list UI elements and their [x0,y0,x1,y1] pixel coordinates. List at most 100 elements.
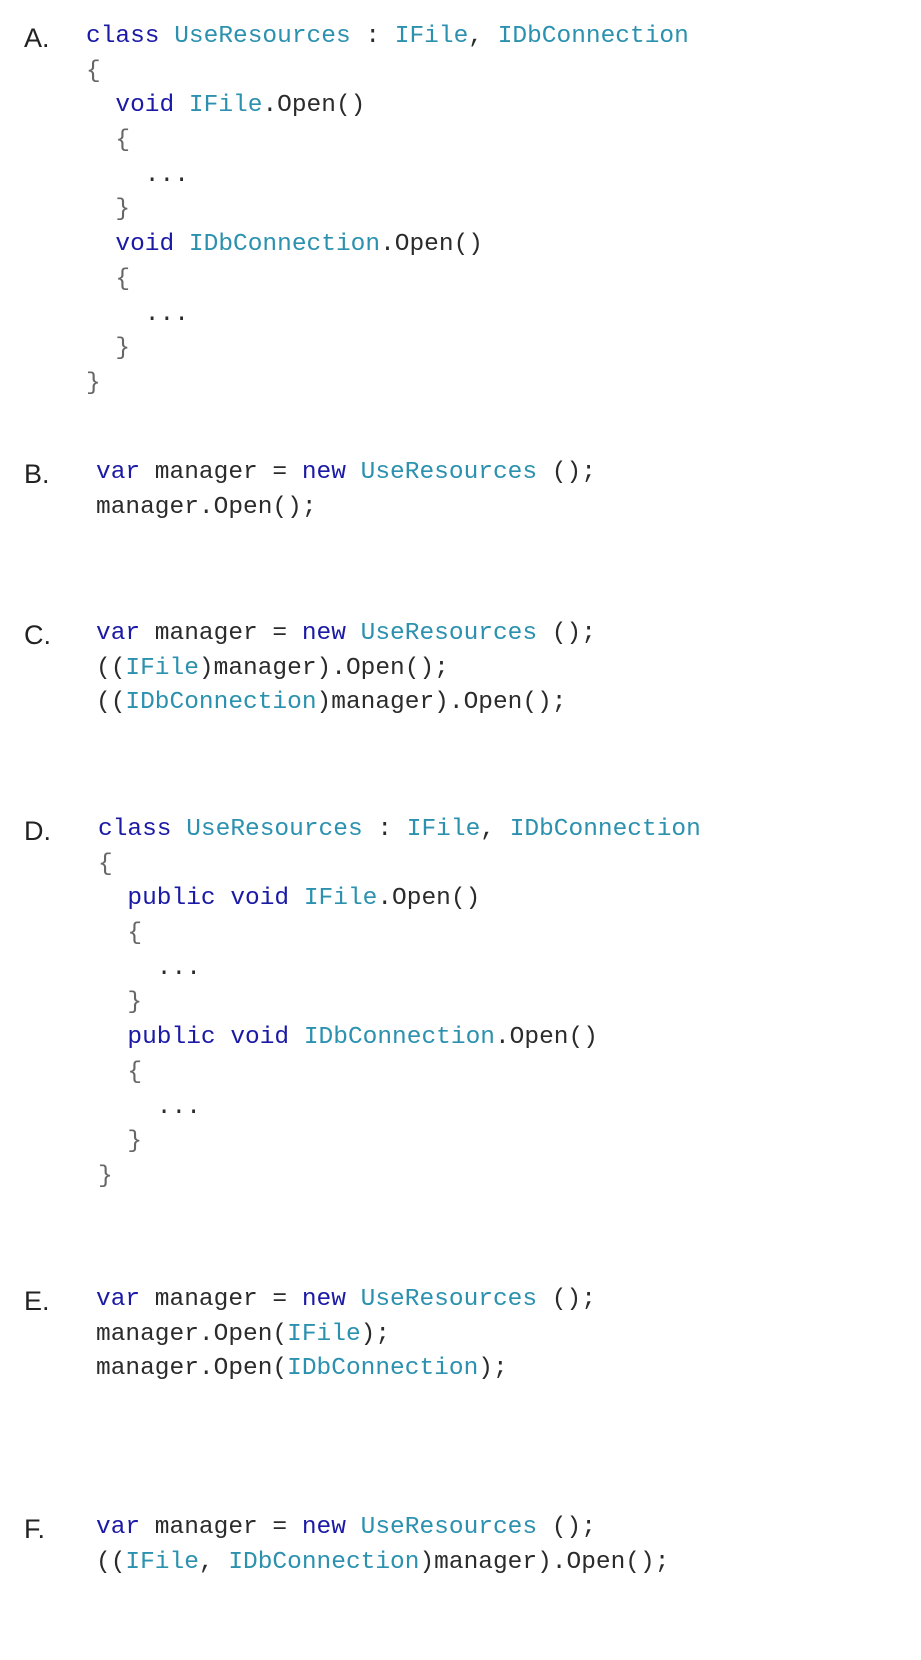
code-text-token: )manager).Open(); [316,689,567,717]
code-line: { [98,848,701,883]
code-line: class UseResources : IFile, IDbConnectio… [86,20,689,55]
brace-token: } [86,369,101,397]
code-text-token: .Open() [380,231,483,259]
option-letter: B. [24,459,50,489]
code-line: public void IFile.Open() [98,882,701,917]
keyword-token: var [96,1286,141,1313]
keyword-token: class [98,816,172,843]
option-letter: A. [24,23,50,53]
type-name-token: UseResources [186,816,363,843]
code-text-token: (); [537,1286,596,1313]
code-line: ... [98,952,701,987]
code-text-token: manager.Open( [96,1355,288,1383]
keyword-token: var [96,1514,141,1541]
code-line: } [98,986,701,1021]
brace-token: { [115,265,131,293]
brace-token: } [115,196,131,224]
type-name-token: IFile [394,23,469,50]
code-text-token: , [198,1548,229,1576]
code-line: } [86,193,689,228]
keyword-token: public [127,885,216,913]
code-line: ... [98,1091,701,1126]
option-letter: C. [24,620,51,650]
code-block: class UseResources : IFile, IDbConnectio… [86,20,689,402]
code-text-token: , [468,23,498,50]
keyword-token: new [301,459,346,486]
code-line: class UseResources : IFile, IDbConnectio… [98,813,701,848]
code-text-token: manager.Open(); [96,493,317,521]
code-text-token: manager = [140,459,302,486]
keyword-token: new [301,1514,346,1541]
code-text-token: manager.Open( [96,1320,288,1348]
code-line: { [86,124,689,159]
code-text-token: manager = [140,1514,302,1541]
option-letter: E. [24,1286,50,1316]
code-block: var manager = new UseResources (); ((IFil… [96,1511,669,1580]
keyword-token: var [96,620,141,647]
type-name-token: UseResources [360,620,538,647]
type-name-token: IDbConnection [303,1024,495,1052]
brace-token: { [86,57,101,85]
code-line: ((IFile, IDbConnection)manager).Open(); [96,1546,669,1581]
code-block: var manager = new UseResources (); manage… [96,456,596,525]
type-name-token: UseResources [174,23,351,50]
type-name-token: IDbConnection [188,231,381,259]
keyword-token: void [230,1024,290,1052]
code-line: var manager = new UseResources (); [96,1283,596,1318]
code-line: { [98,917,701,952]
brace-token: { [127,1058,143,1086]
option-letter: D. [24,816,51,846]
brace-token: { [98,850,113,878]
code-line: ((IDbConnection)manager).Open(); [96,686,596,721]
code-text-token: (); [537,620,596,647]
code-line: void IFile.Open() [86,89,689,124]
code-text-token: .Open() [377,885,481,913]
type-name-token: UseResources [360,1286,538,1313]
code-text-token: manager = [140,620,302,647]
code-text-token: .Open() [262,92,366,120]
code-line: { [86,55,689,90]
code-text-token: ); [360,1320,391,1348]
code-text-token: (( [96,689,126,717]
brace-token: { [115,127,131,155]
code-text-token: (); [537,1514,596,1541]
code-text-token: .Open() [494,1024,598,1052]
type-name-token: IFile [406,816,481,843]
brace-token: } [127,1128,143,1156]
code-line: { [98,1056,701,1091]
type-name-token: IFile [125,1548,199,1576]
keyword-token: public [127,1024,216,1052]
keyword-token: new [301,620,346,647]
type-name-token: UseResources [360,459,538,486]
code-block: class UseResources : IFile, IDbConnectio… [98,813,701,1195]
code-text-token: , [480,816,510,843]
code-line: var manager = new UseResources (); [96,617,596,652]
brace-token: } [98,1162,113,1190]
code-text-token: (( [96,654,126,682]
code-text-token: ); [478,1355,508,1383]
code-line: manager.Open(IFile); [96,1318,596,1353]
code-line: ... [86,159,689,194]
code-block: var manager = new UseResources (); manage… [96,1283,596,1387]
brace-token: { [127,920,143,948]
type-name-token: IDbConnection [509,816,701,843]
type-name-token: IFile [303,885,378,913]
code-text-token: : [362,816,407,843]
type-name-token: UseResources [360,1514,538,1541]
brace-token: } [115,335,131,363]
type-name-token: IDbConnection [125,689,317,717]
